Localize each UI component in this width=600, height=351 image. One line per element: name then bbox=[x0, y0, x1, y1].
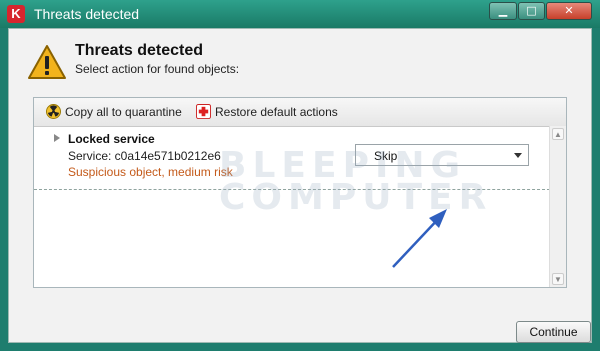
restore-default-actions-label: Restore default actions bbox=[215, 105, 338, 119]
vertical-scrollbar[interactable]: ▲ ▼ bbox=[549, 126, 566, 287]
dialog-heading: Threats detected bbox=[75, 42, 204, 59]
threat-risk-level: Suspicious object, medium risk bbox=[68, 165, 233, 179]
expand-arrow-icon[interactable] bbox=[54, 134, 60, 142]
dialog-body: Threats detected Select action for found… bbox=[8, 28, 592, 343]
maximize-button[interactable]: □ bbox=[518, 2, 545, 20]
scroll-down-arrow[interactable]: ▼ bbox=[552, 273, 564, 285]
window-title: Threats detected bbox=[34, 6, 140, 22]
copy-all-to-quarantine-label: Copy all to quarantine bbox=[65, 105, 182, 119]
warning-icon bbox=[28, 45, 66, 79]
restore-default-actions-button[interactable]: Restore default actions bbox=[196, 103, 338, 121]
minimize-button[interactable]: ▁ bbox=[489, 2, 517, 20]
threat-toolbar: Copy all to quarantine Restore default a… bbox=[34, 98, 566, 127]
kaspersky-logo-icon: K bbox=[7, 5, 25, 23]
scroll-up-arrow[interactable]: ▲ bbox=[552, 128, 564, 140]
title-bar[interactable]: K Threats detected ▁ □ ✕ bbox=[0, 0, 600, 28]
threat-name: Locked service bbox=[68, 132, 155, 146]
red-cross-icon bbox=[196, 104, 211, 119]
threat-service: Service: c0a14e571b0212e6 bbox=[68, 149, 221, 163]
copy-all-to-quarantine-button[interactable]: Copy all to quarantine bbox=[46, 103, 182, 121]
dialog-instructions: Select action for found objects: bbox=[75, 62, 240, 76]
continue-button[interactable]: Continue bbox=[516, 321, 591, 343]
radiation-icon bbox=[46, 104, 61, 119]
annotation-arrow-icon bbox=[392, 209, 447, 268]
dropdown-arrow-icon[interactable] bbox=[514, 153, 522, 158]
threats-detected-window: K Threats detected ▁ □ ✕ Threats detecte… bbox=[0, 0, 600, 351]
close-button[interactable]: ✕ bbox=[546, 2, 592, 20]
